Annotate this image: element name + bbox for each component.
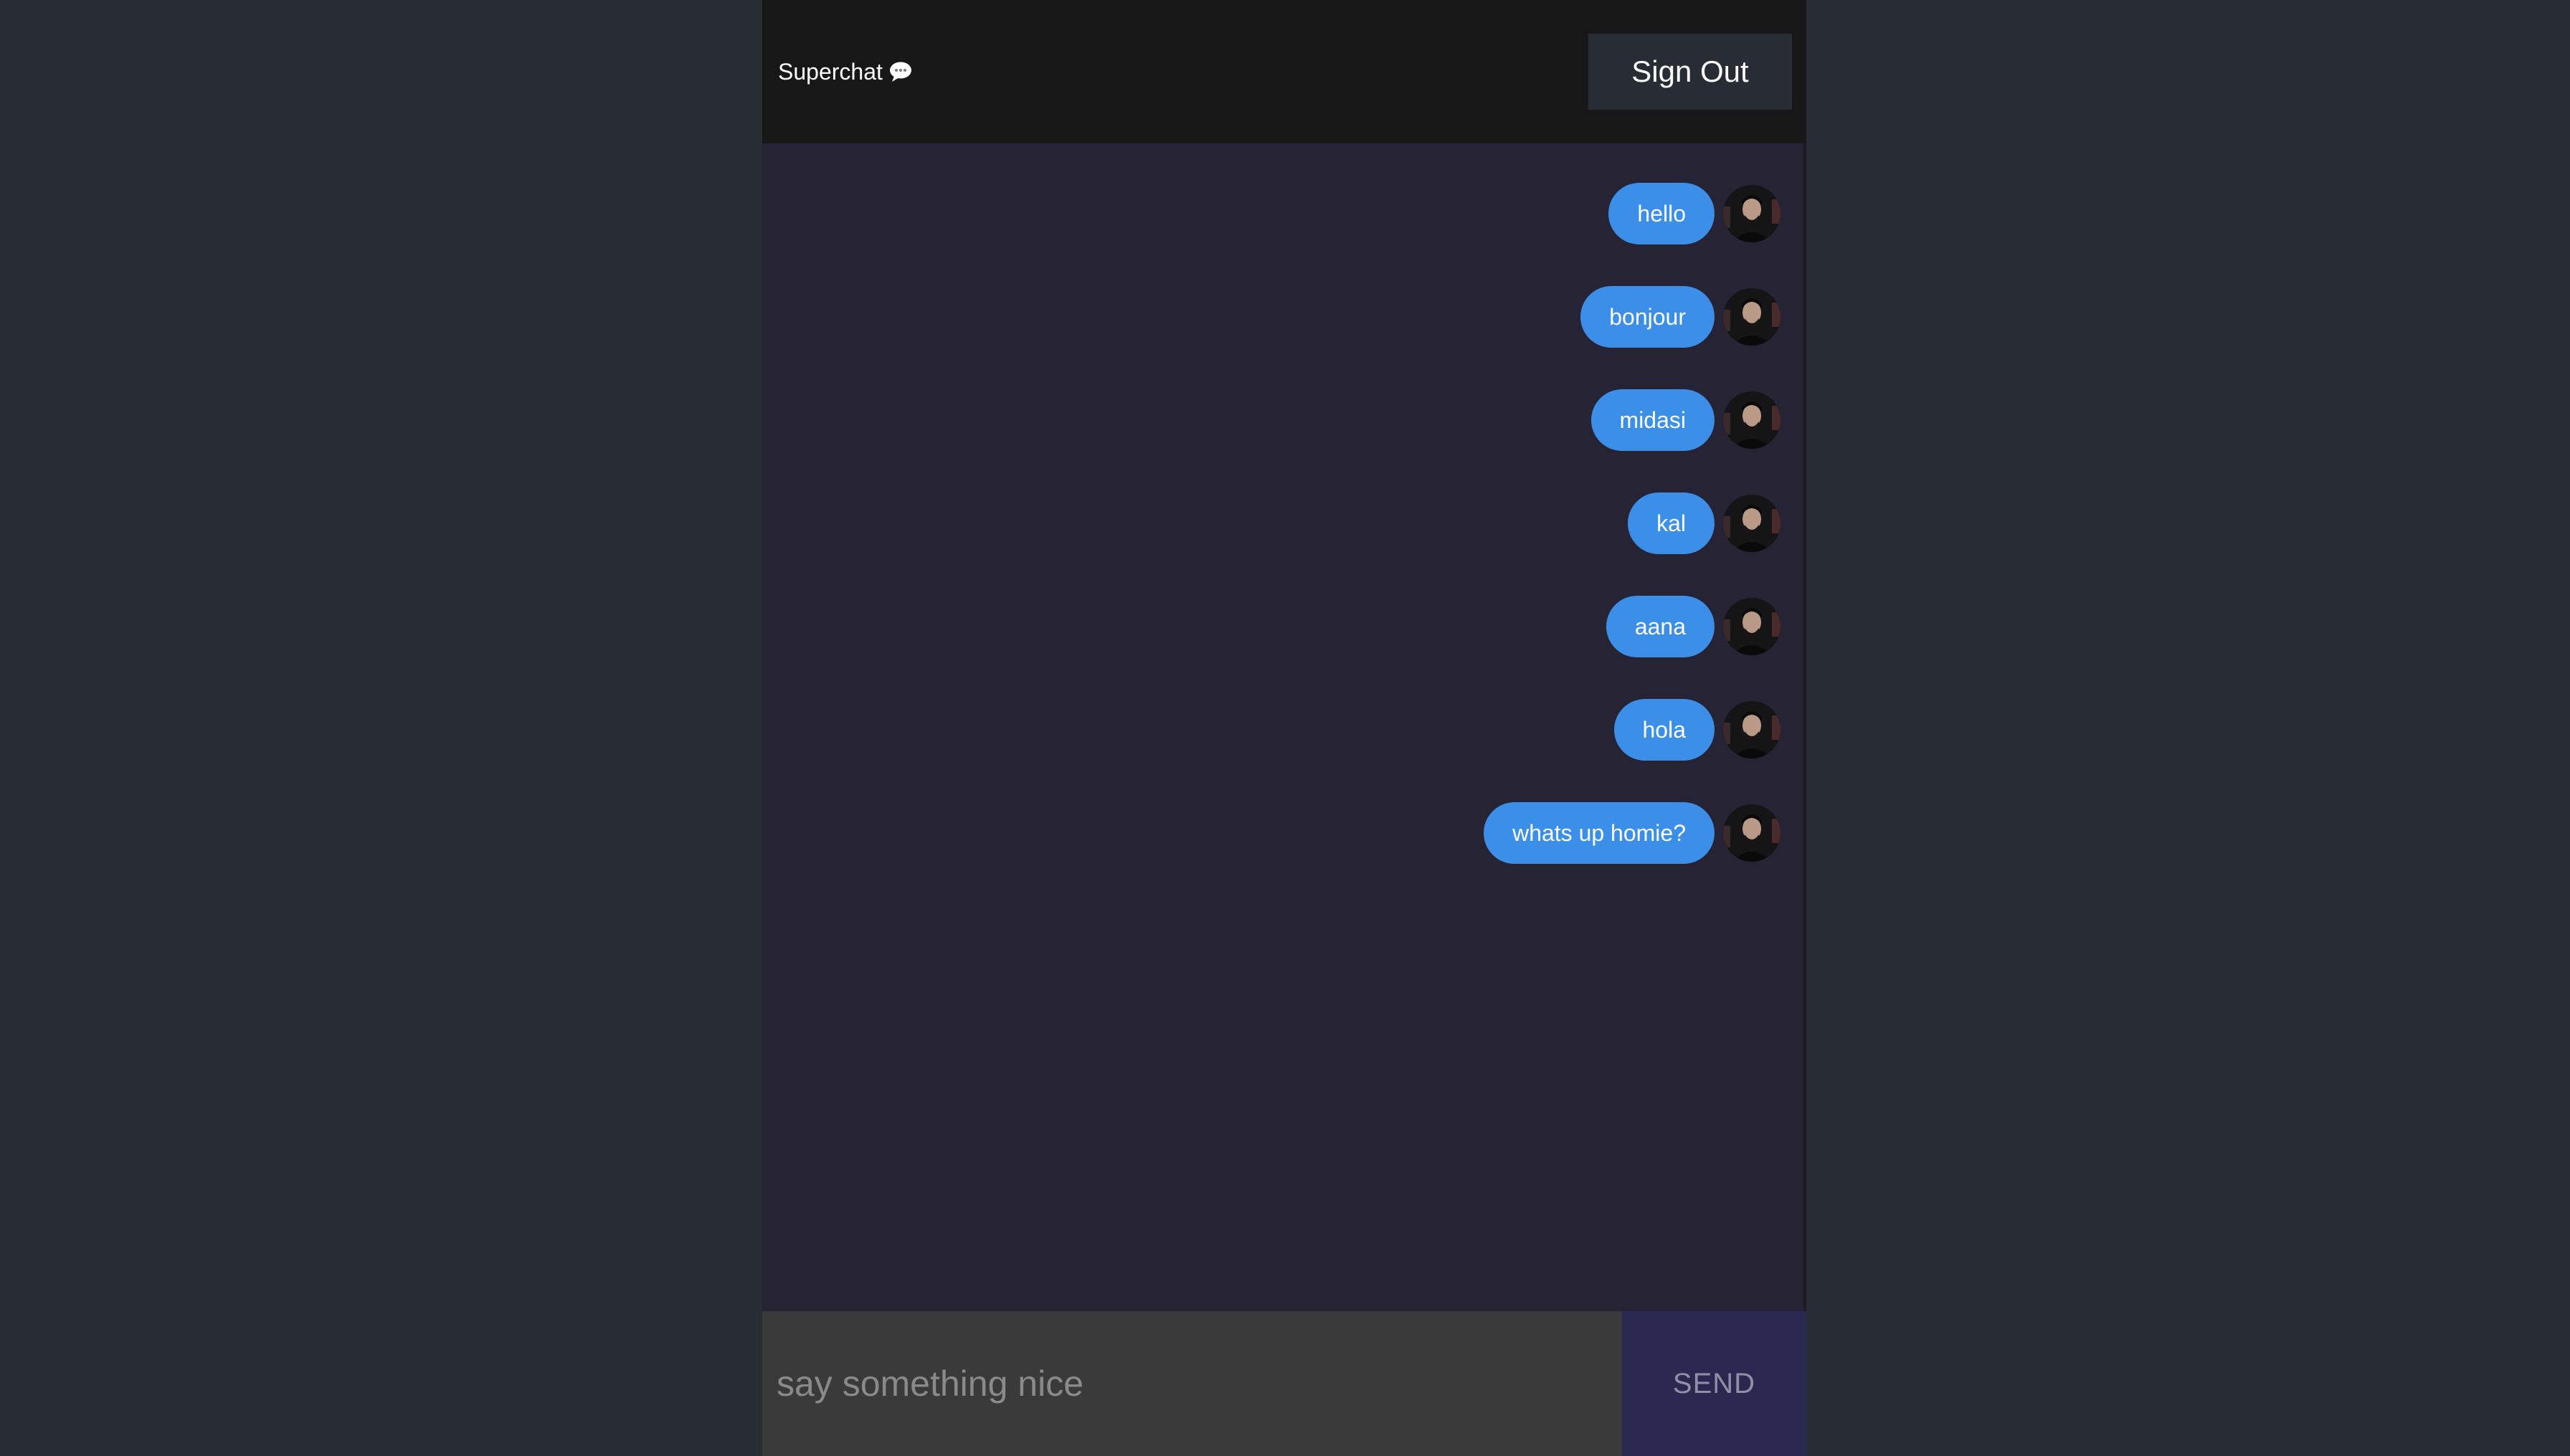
message-row: aana (1606, 595, 1780, 658)
message-bubble: kal (1628, 493, 1715, 554)
message-input[interactable] (762, 1311, 1622, 1456)
user-avatar (1723, 185, 1780, 242)
speech-bubble-icon (888, 61, 913, 82)
user-avatar (1723, 598, 1780, 655)
app-brand: Superchat (778, 59, 913, 85)
message-list[interactable]: hello bonjour midasi kal aana hola whats… (762, 143, 1806, 1311)
user-avatar (1723, 804, 1780, 862)
message-form: SEND (762, 1311, 1806, 1456)
message-bubble: aana (1606, 596, 1715, 657)
sign-out-button[interactable]: Sign Out (1588, 34, 1792, 110)
message-bubble: whats up homie? (1484, 802, 1715, 864)
message-row: hello (1608, 182, 1780, 245)
message-bubble: hello (1608, 183, 1715, 244)
app-title: Superchat (778, 58, 883, 85)
message-row: hola (1613, 698, 1780, 761)
message-row: midasi (1590, 389, 1780, 452)
message-row: kal (1628, 492, 1780, 555)
user-avatar (1723, 288, 1780, 346)
message-row: whats up homie? (1484, 801, 1780, 865)
send-button[interactable]: SEND (1622, 1311, 1806, 1456)
message-row: bonjour (1580, 285, 1780, 348)
chat-app: Superchat Sign Out hello bonjour midasi … (762, 0, 1806, 1456)
message-bubble: bonjour (1580, 286, 1715, 348)
user-avatar (1723, 391, 1780, 449)
user-avatar (1723, 495, 1780, 552)
user-avatar (1723, 701, 1780, 758)
message-bubble: hola (1613, 699, 1715, 761)
app-header: Superchat Sign Out (762, 0, 1806, 143)
message-bubble: midasi (1590, 389, 1715, 451)
